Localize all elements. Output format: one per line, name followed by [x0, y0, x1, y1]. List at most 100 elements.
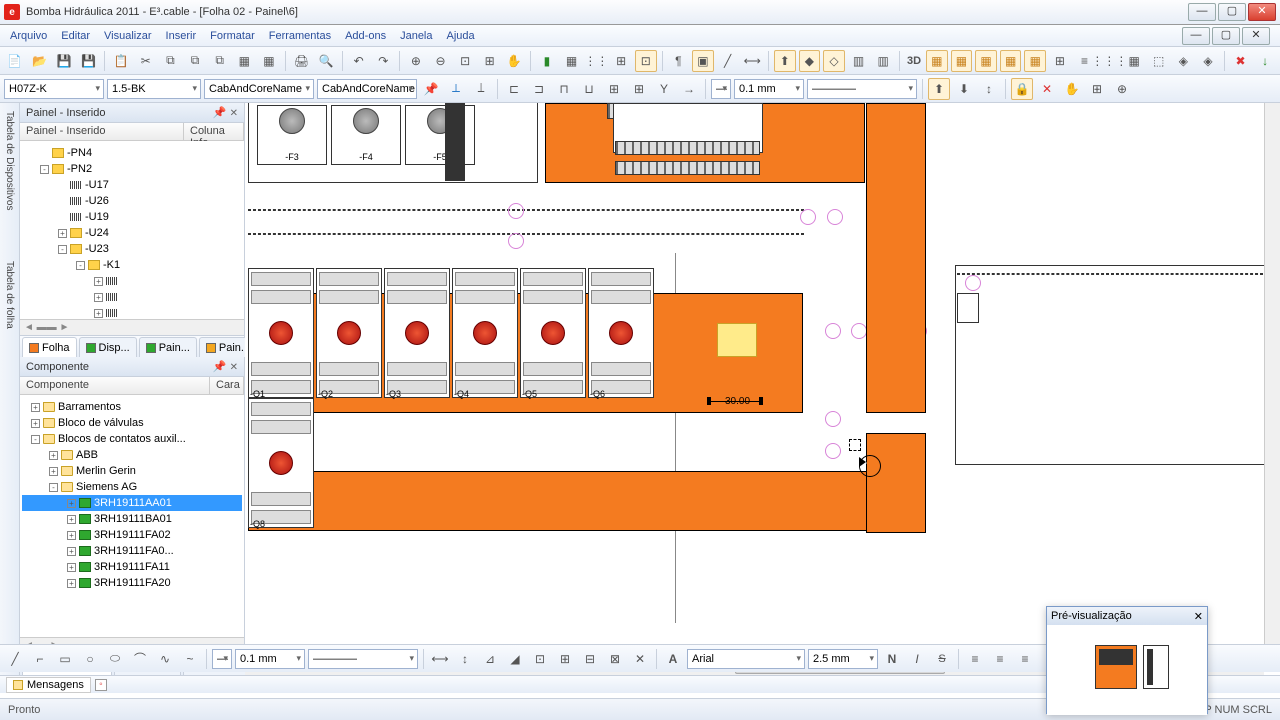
dim-icon[interactable]: ⟷ [741, 50, 763, 72]
drawing-canvas[interactable]: -F3-F4-F5 -Q1-Q2-Q3-Q4-Q5-Q6-Q8 30.00 [245, 103, 1280, 675]
tool-icon[interactable]: ▦ [233, 50, 255, 72]
align2-icon[interactable]: ⊐ [528, 78, 550, 100]
pane2-tree[interactable]: +Barramentos+Bloco de válvulas-Blocos de… [20, 395, 244, 637]
text-icon[interactable]: A [662, 648, 684, 670]
messages-tab[interactable]: Mensagens [6, 677, 91, 693]
v3d5-icon[interactable]: ▦ [1024, 50, 1046, 72]
menu-editar[interactable]: Editar [61, 30, 90, 42]
new-icon[interactable]: 📄 [4, 50, 26, 72]
minimize-button[interactable]: — [1188, 3, 1216, 21]
open-icon[interactable]: 📂 [29, 50, 51, 72]
font-combo[interactable]: Arial [687, 649, 805, 669]
saveall-icon[interactable]: 💾 [78, 50, 100, 72]
fontsize-combo[interactable]: 2.5 mm [808, 649, 878, 669]
menu-visualizar[interactable]: Visualizar [104, 30, 152, 42]
tab-disp[interactable]: Disp... [79, 337, 137, 357]
show1-icon[interactable]: ▣ [692, 50, 714, 72]
move-icon[interactable]: ⊞ [1086, 78, 1108, 100]
dls-combo[interactable]: — [212, 649, 232, 669]
tree-item[interactable]: -Siemens AG [22, 479, 242, 495]
dlt-combo[interactable]: ———— [308, 649, 418, 669]
preview-window[interactable]: Pré-visualização✕ [1046, 606, 1208, 714]
dim8-icon[interactable]: ⊠ [604, 648, 626, 670]
grid2-icon[interactable]: ▦ [561, 50, 583, 72]
layout2-icon[interactable]: ▥ [872, 50, 894, 72]
cut-icon[interactable]: ✂ [135, 50, 157, 72]
ok-icon[interactable]: ↓ [1254, 50, 1276, 72]
conn2-icon[interactable]: ⟘ [470, 78, 492, 100]
dlw-combo[interactable]: 0.1 mm [235, 649, 305, 669]
tree-item[interactable]: -U17 [22, 177, 242, 193]
menu-inserir[interactable]: Inserir [166, 30, 197, 42]
wire-combo[interactable]: H07Z-K [4, 79, 104, 99]
tree-item[interactable]: --U23 [22, 241, 242, 257]
snap2-icon[interactable]: ◆ [799, 50, 821, 72]
v3d11-icon[interactable]: ◈ [1173, 50, 1195, 72]
zoomout-icon[interactable]: ⊖ [430, 50, 452, 72]
v3d1-icon[interactable]: ▦ [926, 50, 948, 72]
dim9-icon[interactable]: ✕ [629, 648, 651, 670]
lw-combo[interactable]: 0.1 mm [734, 79, 804, 99]
alignr-icon[interactable]: ≡ [1014, 648, 1036, 670]
align4-icon[interactable]: ⊔ [578, 78, 600, 100]
menu-ferramentas[interactable]: Ferramentas [269, 30, 331, 42]
dim5-icon[interactable]: ⊡ [529, 648, 551, 670]
menu-janela[interactable]: Janela [400, 30, 432, 42]
hand-icon[interactable]: ✋ [1061, 78, 1083, 100]
menu-addons[interactable]: Add-ons [345, 30, 386, 42]
sidetab-devices[interactable]: Tabela de Dispositivos [4, 111, 15, 211]
filter-icon[interactable]: Y [653, 78, 675, 100]
grid4-icon[interactable]: ⊞ [610, 50, 632, 72]
conn1-icon[interactable]: ⟂ [445, 78, 467, 100]
tree-item[interactable]: + [22, 305, 242, 319]
arrow-icon[interactable]: → [678, 78, 700, 100]
tree-item[interactable]: +3RH19111FA02 [22, 527, 242, 543]
align3-icon[interactable]: ⊓ [553, 78, 575, 100]
tree-item[interactable]: +ABB [22, 447, 242, 463]
line-icon[interactable]: ╱ [717, 50, 739, 72]
ellipse-icon[interactable]: ⬭ [104, 648, 126, 670]
zoomwin-icon[interactable]: ⊞ [479, 50, 501, 72]
arc-icon[interactable]: ⌒ [129, 648, 151, 670]
tree-item[interactable]: +-U24 [22, 225, 242, 241]
italic-icon[interactable]: I [906, 648, 928, 670]
messages-close-icon[interactable]: ◦ [95, 679, 107, 691]
tree-item[interactable]: +3RH19111BA01 [22, 511, 242, 527]
para-icon[interactable]: ¶ [668, 50, 690, 72]
save-icon[interactable]: 💾 [53, 50, 75, 72]
spline-icon[interactable]: ~ [179, 648, 201, 670]
v3d3-icon[interactable]: ▦ [975, 50, 997, 72]
zoomfit-icon[interactable]: ⊡ [454, 50, 476, 72]
ltype-combo[interactable]: ———— [807, 79, 917, 99]
ord1-icon[interactable]: ⬆ [928, 78, 950, 100]
redo-icon[interactable]: ↷ [372, 50, 394, 72]
sidetab-sheet[interactable]: Tabela de folha [4, 261, 15, 329]
pane2-pin-icon[interactable]: 📌 [213, 361, 227, 373]
cancel-icon[interactable]: ✖ [1230, 50, 1252, 72]
preview-icon[interactable]: 🔍 [315, 50, 337, 72]
copy2-icon[interactable]: ⧉ [184, 50, 206, 72]
tree-item[interactable]: -Blocos de contatos auxil... [22, 431, 242, 447]
ord2-icon[interactable]: ⬇ [953, 78, 975, 100]
zoomin-icon[interactable]: ⊕ [405, 50, 427, 72]
rect-icon[interactable]: ▭ [54, 648, 76, 670]
cab1-combo[interactable]: CabAndCoreName [204, 79, 314, 99]
cab2-combo[interactable]: CabAndCoreName [317, 79, 417, 99]
v3d12-icon[interactable]: ◈ [1197, 50, 1219, 72]
grid-b-icon[interactable]: ⊞ [628, 78, 650, 100]
dim1-icon[interactable]: ⟷ [429, 648, 451, 670]
tree-item[interactable]: +3RH19111AA01 [22, 495, 242, 511]
v3d2-icon[interactable]: ▦ [951, 50, 973, 72]
v3d4-icon[interactable]: ▦ [1000, 50, 1022, 72]
close-button[interactable]: ✕ [1248, 3, 1276, 21]
tree-item[interactable]: --K1 [22, 257, 242, 273]
tab-pain1[interactable]: Pain... [139, 337, 197, 357]
doc-restore-button[interactable]: ▢ [1212, 27, 1240, 45]
tree-item[interactable]: + [22, 289, 242, 305]
tree-item[interactable]: -PN4 [22, 145, 242, 161]
v3d9-icon[interactable]: ▦ [1123, 50, 1145, 72]
pane1-tree[interactable]: -PN4--PN2-U17-U26-U19+-U24--U23--K1+++ [20, 141, 244, 319]
tree-item[interactable]: -U26 [22, 193, 242, 209]
dim4-icon[interactable]: ◢ [504, 648, 526, 670]
pin-icon[interactable]: 📌 [420, 78, 442, 100]
